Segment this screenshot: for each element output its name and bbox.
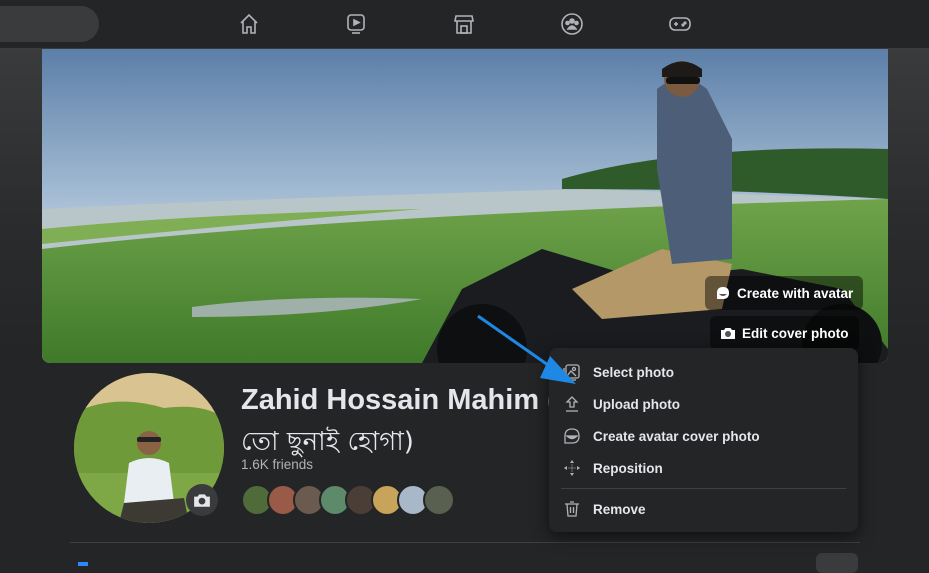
camera-icon	[721, 328, 735, 339]
edit-cover-photo-button[interactable]: Edit cover photo	[710, 316, 859, 350]
edit-cover-photo-label: Edit cover photo	[742, 325, 849, 341]
search-input[interactable]	[0, 6, 99, 42]
menu-item-reposition[interactable]: Reposition	[549, 452, 858, 484]
home-icon[interactable]	[235, 10, 263, 38]
menu-item-label: Reposition	[593, 460, 663, 476]
friend-avatar[interactable]	[423, 484, 455, 516]
gaming-icon[interactable]	[666, 10, 694, 38]
menu-item-label: Create avatar cover photo	[593, 428, 760, 444]
create-with-avatar-button[interactable]: Create with avatar	[705, 276, 864, 310]
annotation-arrow-icon	[477, 314, 576, 384]
menu-item-upload-photo[interactable]: Upload photo	[549, 388, 858, 420]
avatar-icon	[564, 428, 580, 444]
profile-name: Zahid Hossain Mahim (	[241, 384, 557, 416]
avatar-icon	[717, 287, 729, 299]
groups-icon[interactable]	[558, 10, 586, 38]
menu-item-select-photo[interactable]: Select photo	[549, 356, 858, 388]
upload-icon	[565, 396, 579, 412]
watch-icon[interactable]	[342, 10, 370, 38]
update-profile-picture-button[interactable]	[186, 484, 218, 516]
marketplace-icon[interactable]	[450, 10, 478, 38]
menu-item-label: Upload photo	[593, 396, 680, 412]
section-divider	[70, 542, 860, 543]
friend-avatars	[241, 484, 455, 516]
more-button[interactable]	[816, 553, 858, 573]
camera-icon	[194, 494, 210, 507]
trash-icon	[565, 501, 579, 517]
menu-item-label: Remove	[593, 501, 646, 517]
menu-item-create-avatar-cover-photo[interactable]: Create avatar cover photo	[549, 420, 858, 452]
active-tab-indicator	[78, 562, 88, 566]
cover-photo-menu: Select photo Upload photo Create avatar …	[549, 348, 858, 532]
menu-item-label: Select photo	[593, 364, 675, 380]
cover-photo[interactable]: Create with avatar Edit cover photo	[42, 49, 888, 363]
menu-separator	[561, 488, 846, 489]
top-navigation-bar	[0, 0, 929, 49]
friends-count[interactable]: 1.6K friends	[241, 457, 313, 472]
move-icon	[564, 460, 580, 476]
menu-item-remove[interactable]: Remove	[549, 493, 858, 525]
create-with-avatar-label: Create with avatar	[737, 285, 854, 301]
